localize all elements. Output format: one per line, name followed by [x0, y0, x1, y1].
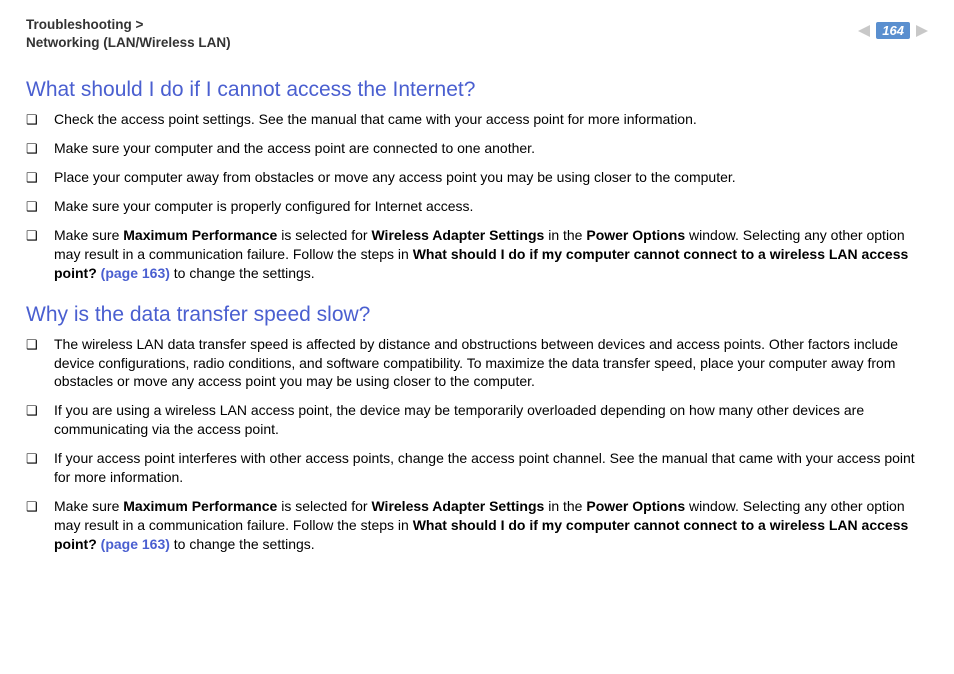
header-row: Troubleshooting > Networking (LAN/Wirele…	[26, 16, 928, 52]
text: in the	[544, 498, 586, 514]
text: Make sure	[54, 227, 123, 243]
text: to change the settings.	[170, 536, 315, 552]
item-text: Make sure Maximum Performance is selecte…	[54, 497, 928, 554]
text: in the	[544, 227, 586, 243]
item-text: Make sure your computer is properly conf…	[54, 197, 473, 216]
bold-text: Maximum Performance	[123, 227, 277, 243]
bullet-icon: ❑	[26, 335, 54, 354]
bullet-icon: ❑	[26, 168, 54, 187]
list-item: ❑ If your access point interferes with o…	[26, 449, 928, 487]
list-item: ❑ If you are using a wireless LAN access…	[26, 401, 928, 439]
list-item: ❑ Make sure Maximum Performance is selec…	[26, 226, 928, 283]
text: to change the settings.	[170, 265, 315, 281]
bold-text: Wireless Adapter Settings	[371, 227, 544, 243]
page: Troubleshooting > Networking (LAN/Wirele…	[0, 0, 954, 554]
bullet-icon: ❑	[26, 110, 54, 129]
bold-text: Power Options	[586, 498, 685, 514]
section1-title: What should I do if I cannot access the …	[26, 78, 928, 102]
bullet-icon: ❑	[26, 226, 54, 245]
list-item: ❑ Make sure your computer and the access…	[26, 139, 928, 158]
item-text: Place your computer away from obstacles …	[54, 168, 736, 187]
text: Make sure	[54, 498, 123, 514]
prev-page-icon[interactable]	[858, 25, 870, 37]
page-nav: 164	[858, 22, 928, 39]
section2-title: Why is the data transfer speed slow?	[26, 303, 928, 327]
item-text: If your access point interferes with oth…	[54, 449, 928, 487]
text: is selected for	[277, 227, 371, 243]
item-text: Make sure your computer and the access p…	[54, 139, 535, 158]
list-item: ❑ Check the access point settings. See t…	[26, 110, 928, 129]
bullet-icon: ❑	[26, 401, 54, 420]
bold-text: Power Options	[586, 227, 685, 243]
item-text: Check the access point settings. See the…	[54, 110, 697, 129]
bullet-icon: ❑	[26, 449, 54, 468]
item-text: Make sure Maximum Performance is selecte…	[54, 226, 928, 283]
item-text: The wireless LAN data transfer speed is …	[54, 335, 928, 392]
bullet-icon: ❑	[26, 497, 54, 516]
list-item: ❑ Make sure your computer is properly co…	[26, 197, 928, 216]
page-number: 164	[876, 22, 910, 39]
list-item: ❑ Place your computer away from obstacle…	[26, 168, 928, 187]
item-text: If you are using a wireless LAN access p…	[54, 401, 928, 439]
bullet-icon: ❑	[26, 197, 54, 216]
breadcrumb-bottom: Networking (LAN/Wireless LAN)	[26, 35, 231, 50]
breadcrumb: Troubleshooting > Networking (LAN/Wirele…	[26, 16, 231, 52]
list-item: ❑ Make sure Maximum Performance is selec…	[26, 497, 928, 554]
page-link[interactable]: (page 163)	[101, 265, 170, 281]
bold-text: Wireless Adapter Settings	[371, 498, 544, 514]
bullet-icon: ❑	[26, 139, 54, 158]
list-item: ❑ The wireless LAN data transfer speed i…	[26, 335, 928, 392]
breadcrumb-top: Troubleshooting >	[26, 17, 143, 32]
next-page-icon[interactable]	[916, 25, 928, 37]
bold-text: Maximum Performance	[123, 498, 277, 514]
text: is selected for	[277, 498, 371, 514]
page-link[interactable]: (page 163)	[101, 536, 170, 552]
